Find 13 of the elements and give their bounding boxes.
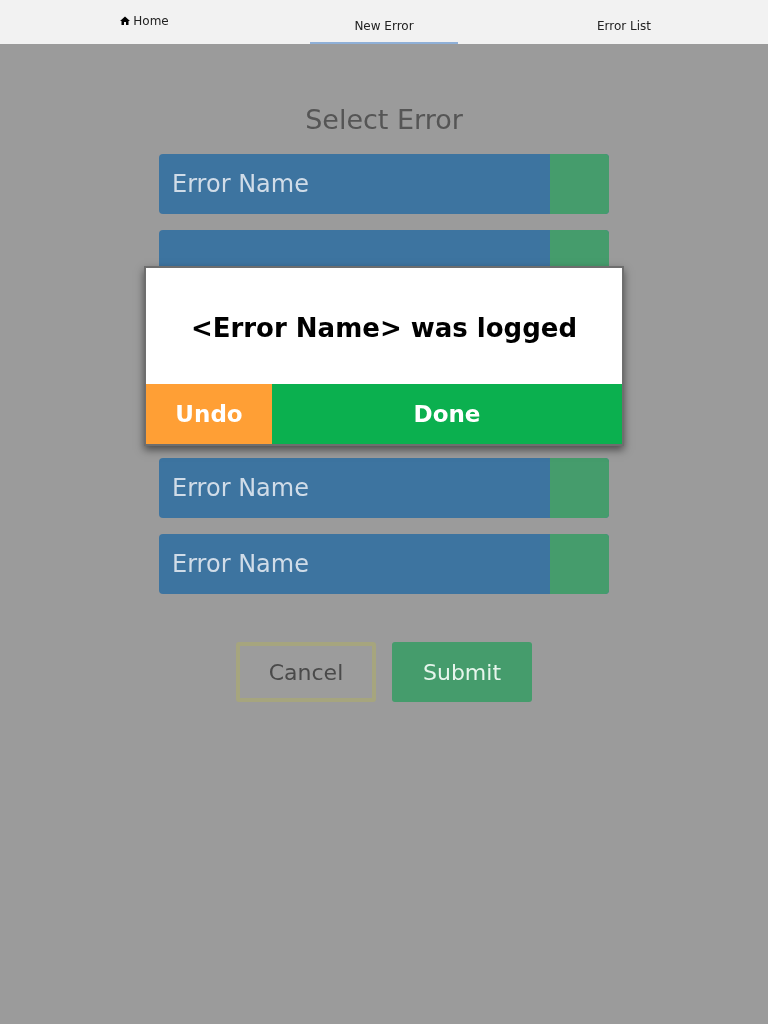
submit-button[interactable]: Submit [392,642,532,702]
nav-tab[interactable]: New Error [310,0,458,44]
done-button[interactable]: Done [272,384,622,444]
undo-button[interactable]: Undo [146,384,272,444]
home-icon [119,15,132,27]
page-title: Select Error [305,104,463,135]
cancel-button[interactable]: Cancel [236,642,376,702]
dialog-message: <Error Name> was logged [189,312,579,345]
nav-tab[interactable]: Error List [550,0,698,44]
error-option-button[interactable]: Error Name [159,154,609,214]
error-option-button[interactable]: Error Name [159,534,609,594]
error-option-button[interactable]: Error Name [159,458,609,518]
nav-tab[interactable]: Home [70,0,218,44]
